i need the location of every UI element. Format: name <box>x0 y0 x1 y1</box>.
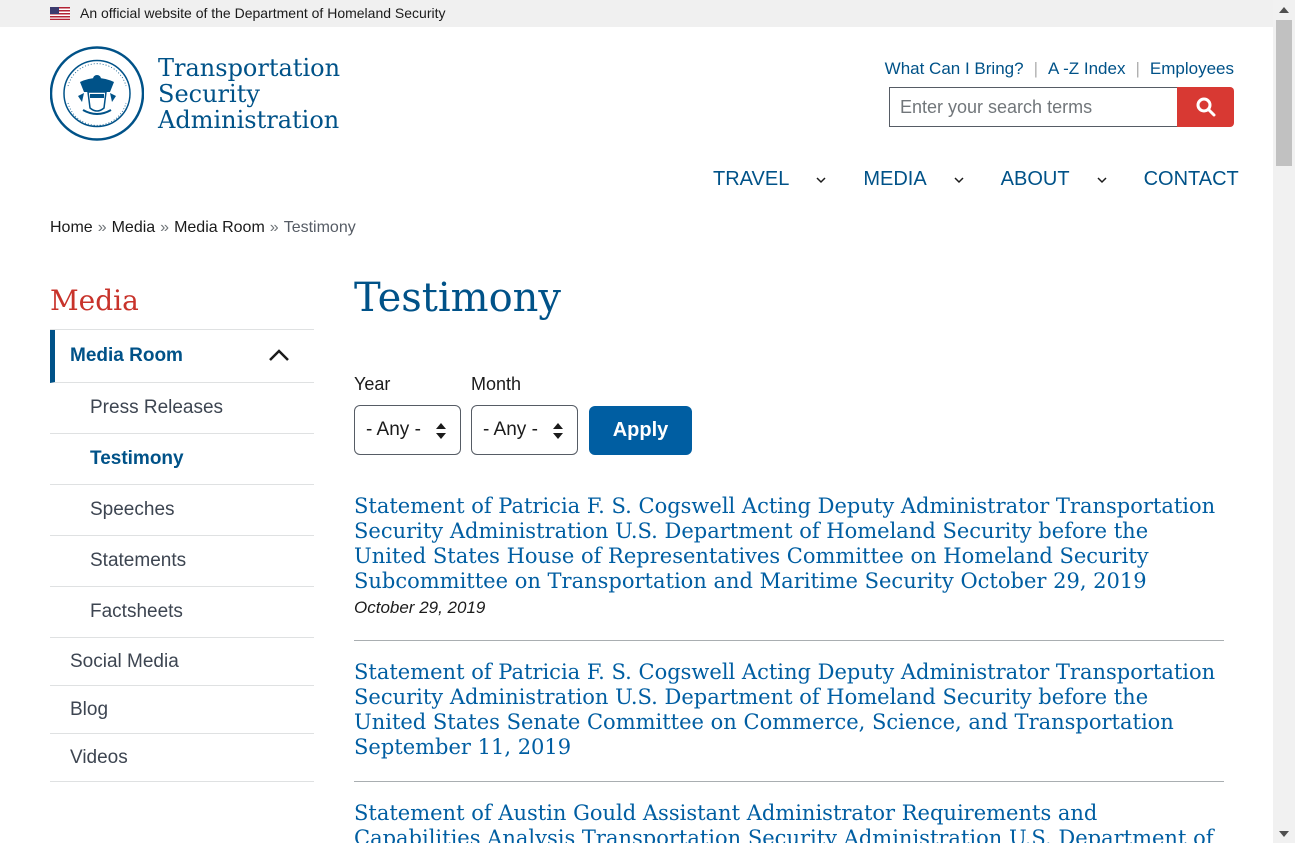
breadcrumb: Home » Media » Media Room » Testimony <box>50 219 356 237</box>
main-nav: TRAVEL MEDIA ABOUT CONTACT <box>713 168 1239 191</box>
sidebar-item-speeches[interactable]: Speeches <box>50 485 314 536</box>
search-form <box>889 87 1234 127</box>
utility-nav: What Can I Bring? | A -Z Index | Employe… <box>885 59 1234 79</box>
nav-travel-label: TRAVEL <box>713 168 790 190</box>
year-label: Year <box>354 374 391 394</box>
search-input[interactable] <box>889 87 1178 127</box>
page-title: Testimony <box>354 275 562 321</box>
results-list: Statement of Patricia F. S. Cogswell Act… <box>354 494 1224 843</box>
sidebar-title[interactable]: Media <box>50 284 139 317</box>
sidebar-item-statements[interactable]: Statements <box>50 536 314 587</box>
sidebar-item-label: Testimony <box>90 448 184 469</box>
month-select-value: - Any - <box>483 419 538 440</box>
breadcrumb-media-room[interactable]: Media Room <box>174 219 265 237</box>
breadcrumb-separator: » <box>269 219 279 236</box>
breadcrumb-home[interactable]: Home <box>50 219 93 237</box>
sidebar-item-label: Speeches <box>90 499 175 520</box>
nav-travel[interactable]: TRAVEL <box>713 168 863 191</box>
list-item: Statement of Austin Gould Assistant Admi… <box>354 782 1224 843</box>
result-link[interactable]: Statement of Patricia F. S. Cogswell Act… <box>354 494 1224 594</box>
breadcrumb-separator: » <box>160 219 170 236</box>
sidebar-nav: Media Room Press Releases Testimony Spee… <box>50 329 314 782</box>
nav-media-label: MEDIA <box>863 168 927 190</box>
sort-arrows-icon <box>553 423 563 439</box>
scroll-up-arrow-icon[interactable] <box>1279 7 1289 13</box>
chevron-down-icon <box>954 176 964 183</box>
scroll-down-arrow-icon[interactable] <box>1279 831 1289 837</box>
page-scrollbar[interactable] <box>1273 0 1295 843</box>
agency-name-line2: Security <box>158 80 260 108</box>
sidebar-item-press-releases[interactable]: Press Releases <box>50 383 314 434</box>
breadcrumb-media[interactable]: Media <box>112 219 156 237</box>
sidebar-item-label: Social Media <box>70 650 179 672</box>
month-select[interactable]: - Any - <box>471 405 578 455</box>
agency-name[interactable]: Transportation Security Administration <box>158 55 340 133</box>
what-can-i-bring-link[interactable]: What Can I Bring? <box>885 59 1024 79</box>
sidebar-item-blog[interactable]: Blog <box>50 686 314 734</box>
chevron-down-icon <box>816 176 826 183</box>
nav-about-label: ABOUT <box>1000 168 1070 190</box>
sidebar-item-factsheets[interactable]: Factsheets <box>50 587 314 638</box>
employees-link[interactable]: Employees <box>1150 59 1234 79</box>
nav-contact-label: CONTACT <box>1143 168 1239 190</box>
chevron-up-icon[interactable] <box>268 348 290 362</box>
sidebar-item-testimony[interactable]: Testimony <box>50 434 314 485</box>
banner-text: An official website of the Department of… <box>80 5 446 21</box>
dhs-seal-logo[interactable] <box>50 46 144 141</box>
apply-button[interactable]: Apply <box>589 406 692 455</box>
scrollbar-thumb[interactable] <box>1276 20 1292 166</box>
agency-name-line1: Transportation <box>158 54 341 82</box>
sort-arrows-icon <box>436 423 446 439</box>
search-button[interactable] <box>1177 87 1234 127</box>
result-link[interactable]: Statement of Austin Gould Assistant Admi… <box>354 801 1224 843</box>
sidebar-item-label: Blog <box>70 698 109 720</box>
chevron-down-icon <box>1097 176 1107 183</box>
az-index-link[interactable]: A -Z Index <box>1048 59 1125 79</box>
breadcrumb-separator: » <box>97 219 107 236</box>
nav-about[interactable]: ABOUT <box>1001 168 1144 191</box>
sidebar-item-videos[interactable]: Videos <box>50 734 314 782</box>
year-select[interactable]: - Any - <box>354 405 461 455</box>
official-banner: An official website of the Department of… <box>0 0 1273 27</box>
nav-contact[interactable]: CONTACT <box>1144 168 1239 191</box>
sidebar-item-media-room[interactable]: Media Room <box>50 330 314 383</box>
sidebar-item-label: Media Room <box>70 345 183 366</box>
breadcrumb-current: Testimony <box>283 219 356 236</box>
sidebar-item-label: Press Releases <box>90 397 224 418</box>
year-select-value: - Any - <box>366 419 421 440</box>
month-label: Month <box>471 374 522 394</box>
sidebar-item-label: Videos <box>70 746 128 768</box>
result-date: October 29, 2019 <box>354 598 486 617</box>
divider: | <box>1033 59 1038 78</box>
result-link[interactable]: Statement of Patricia F. S. Cogswell Act… <box>354 660 1224 760</box>
us-flag-icon <box>50 7 70 20</box>
agency-name-line3: Administration <box>158 106 340 134</box>
sidebar-item-label: Factsheets <box>90 601 183 622</box>
divider: | <box>1135 59 1140 78</box>
nav-media[interactable]: MEDIA <box>863 168 1000 191</box>
list-item: Statement of Patricia F. S. Cogswell Act… <box>354 641 1224 782</box>
sidebar-item-label: Statements <box>90 550 187 571</box>
search-icon <box>1196 97 1216 117</box>
sidebar-item-social-media[interactable]: Social Media <box>50 638 314 686</box>
list-item: Statement of Patricia F. S. Cogswell Act… <box>354 494 1224 641</box>
